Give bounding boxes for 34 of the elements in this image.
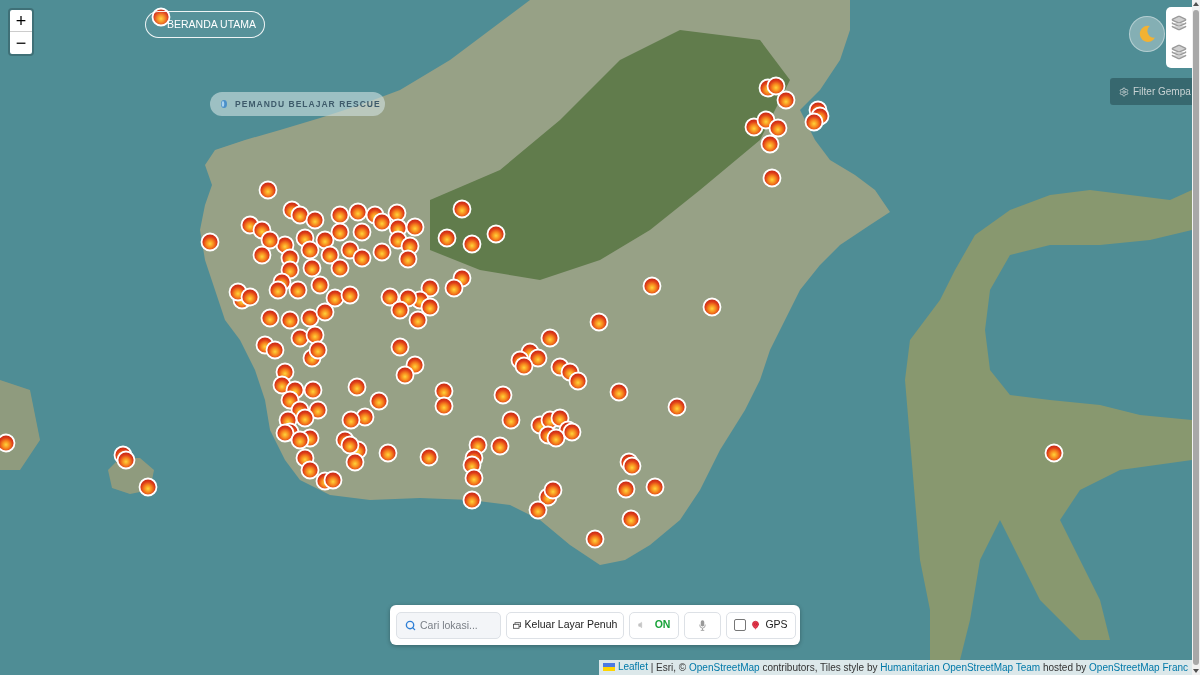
settings-icon — [1119, 86, 1129, 97]
guide-button[interactable]: PEMANDU BELAJAR RESCUE — [210, 92, 385, 116]
gps-checkbox[interactable] — [734, 619, 747, 631]
flag-icon — [602, 663, 615, 671]
moon-icon — [1138, 25, 1156, 43]
microphone-icon — [699, 619, 706, 631]
gps-label: GPS — [765, 617, 788, 633]
theme-toggle-button[interactable] — [1129, 16, 1165, 52]
zoom-out-button[interactable]: − — [10, 32, 32, 54]
attribution-link[interactable]: Humanitarian OpenStreetMap Team — [880, 662, 1041, 673]
guide-label: PEMANDU BELAJAR RESCUE — [235, 97, 381, 111]
leaflet-link[interactable]: Leaflet — [602, 660, 648, 674]
layers-icon — [1171, 15, 1187, 31]
gps-toggle[interactable]: GPS — [726, 611, 796, 639]
layers-icon — [1171, 44, 1187, 60]
filter-button[interactable]: Filter Gempa — [1110, 78, 1192, 105]
oval-icon — [221, 100, 227, 108]
scroll-up-icon[interactable] — [1193, 2, 1199, 6]
scrollbar[interactable] — [1192, 0, 1200, 675]
scrollbar-thumb[interactable] — [1193, 10, 1199, 665]
fullscreen-button[interactable]: Keluar Layar Penuh — [506, 611, 624, 639]
attribution-text: Leaflet | Esri, © OpenStreetMap contributors, Tiles style by Humanitarian OpenStreetMap Team hosted by OpenStreetMap Franc — [602, 660, 1188, 675]
attribution-link[interactable]: OpenStreetMap Franc — [1089, 662, 1188, 673]
search-field[interactable]: Cari lokasi... — [396, 611, 501, 639]
scroll-down-icon[interactable] — [1193, 669, 1199, 673]
pin-icon — [751, 620, 761, 630]
fire-markers-drawing[interactable] — [0, 7, 1064, 549]
windows-icon — [512, 621, 521, 629]
sound-button[interactable]: ON — [629, 611, 679, 639]
home-button[interactable]: BERANDA UTAMA — [145, 11, 265, 38]
search-icon — [405, 619, 416, 631]
attribution-link[interactable]: OpenStreetMap — [689, 662, 760, 673]
zoom-in-button[interactable]: + — [10, 10, 32, 32]
microphone-button[interactable] — [684, 611, 721, 639]
